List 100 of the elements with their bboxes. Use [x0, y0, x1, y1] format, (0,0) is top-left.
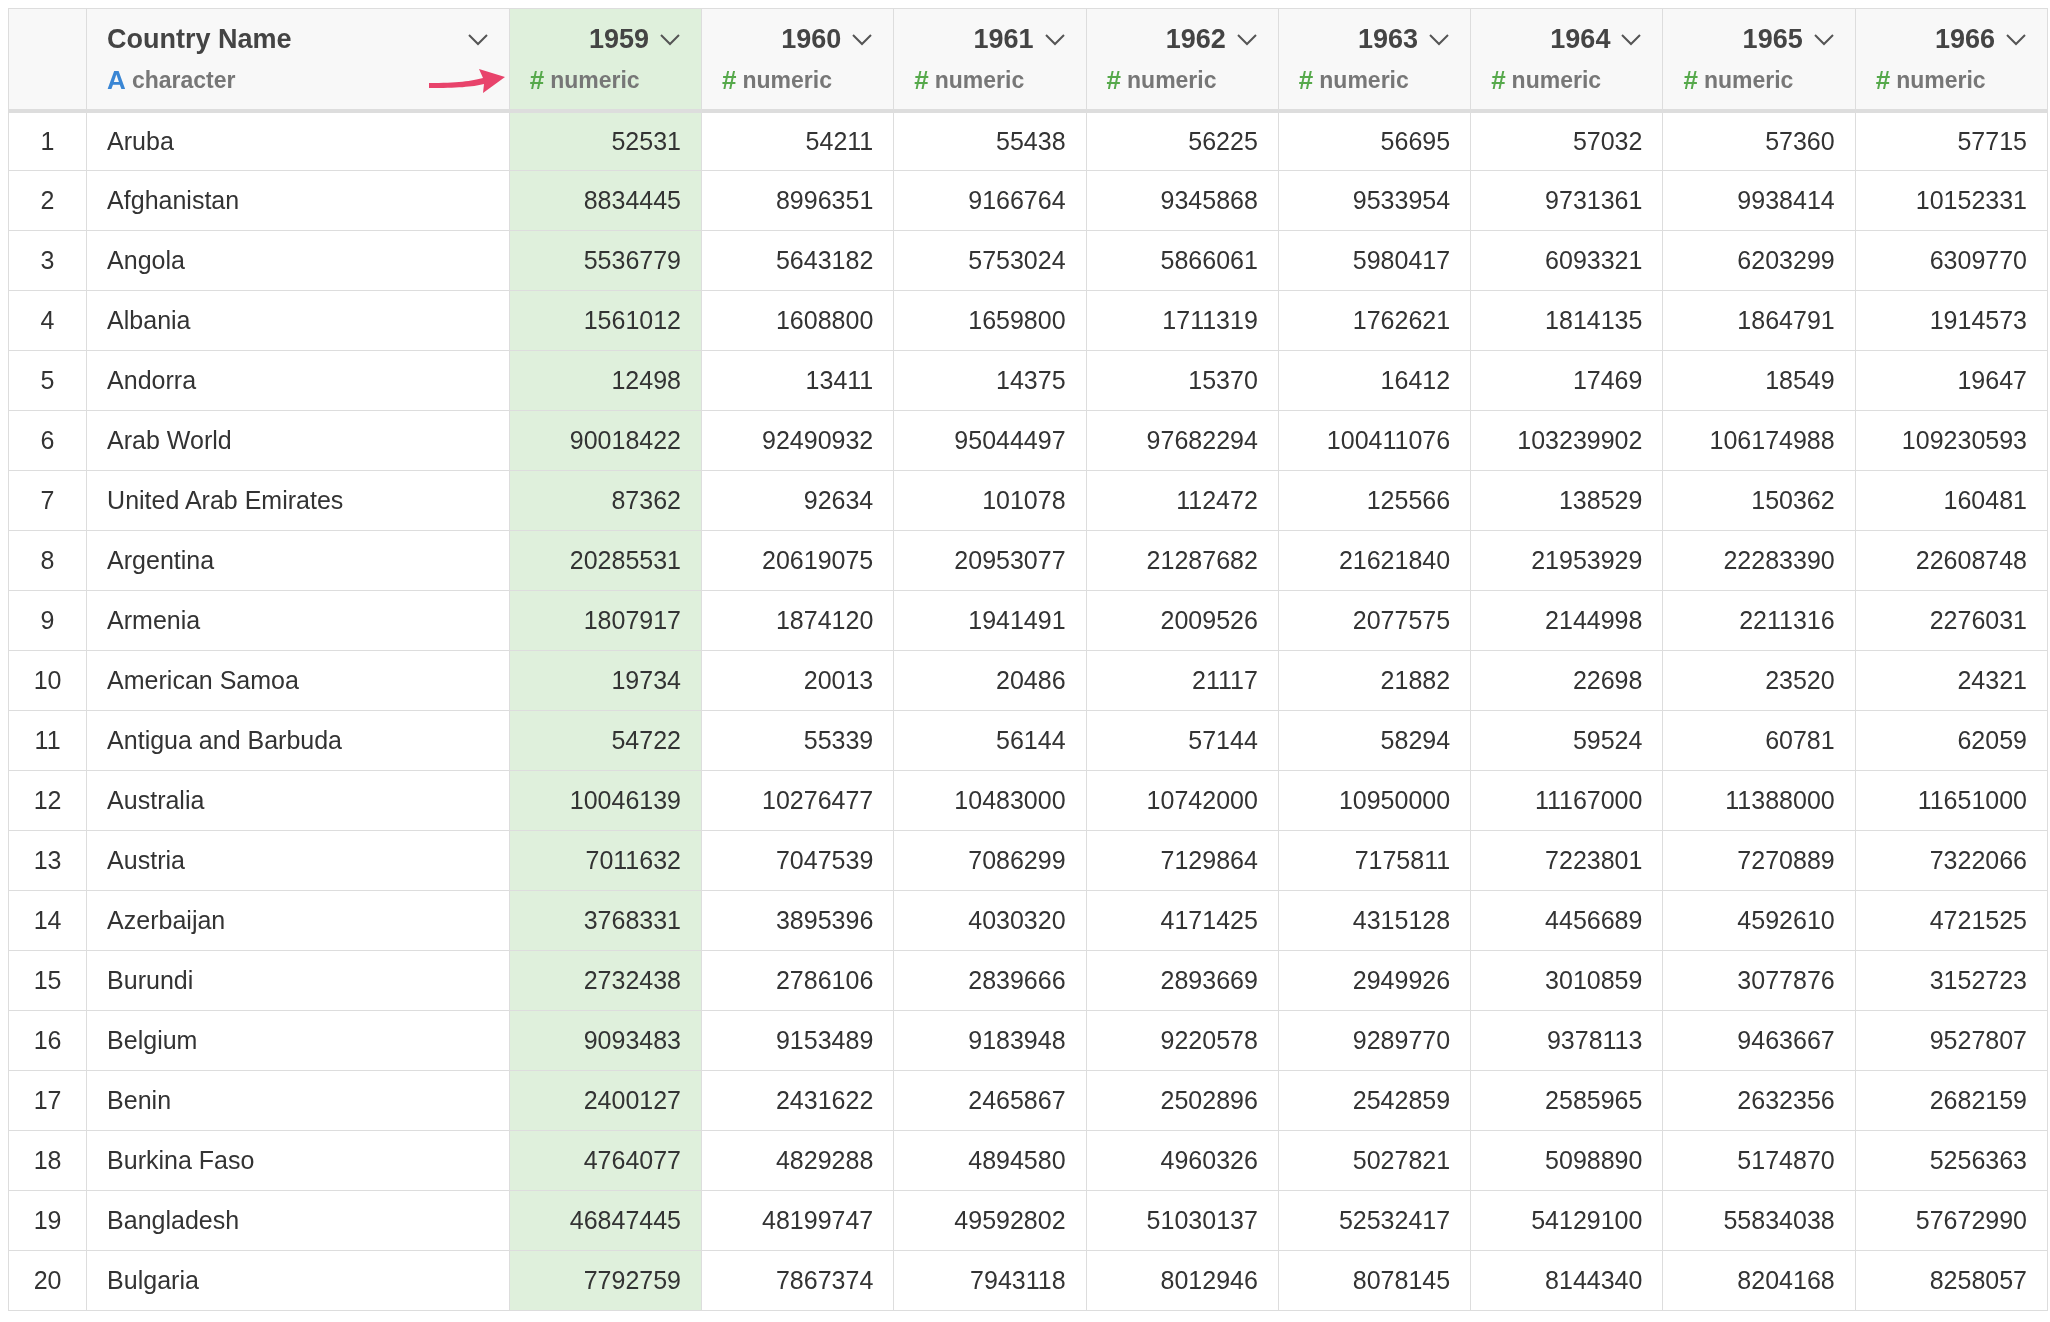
column-header[interactable]: 1963 # numeric [1278, 8, 1471, 111]
table-cell: 9153489 [701, 1010, 894, 1071]
table-cell: Bulgaria [86, 1250, 510, 1311]
row-number: 4 [8, 290, 87, 351]
column-name: 1966 [1934, 25, 1995, 55]
table-cell: 9093483 [509, 1010, 702, 1071]
table-cell: 9938414 [1662, 170, 1856, 231]
table-cell: 60781 [1662, 710, 1856, 771]
table-cell: 4721525 [1855, 890, 2048, 951]
table-cell: 4894580 [893, 1130, 1087, 1191]
table-cell: Afghanistan [86, 170, 510, 231]
table-cell: 87362 [509, 470, 702, 531]
table-cell: 55834038 [1662, 1190, 1856, 1251]
table-cell: 23520 [1662, 650, 1856, 711]
table-cell: 2542859 [1278, 1070, 1471, 1131]
table-cell: 57360 [1662, 110, 1856, 171]
row-number: 13 [8, 830, 87, 891]
table-cell: 10483000 [893, 770, 1087, 831]
table-cell: 2276031 [1855, 590, 2048, 651]
table-cell: 7086299 [893, 830, 1087, 891]
table-cell: 1864791 [1662, 290, 1856, 351]
column-header[interactable]: 1962 # numeric [1086, 8, 1279, 111]
table-cell: 20013 [701, 650, 894, 711]
column-header[interactable]: 1960 # numeric [701, 8, 894, 111]
table-cell: 7047539 [701, 830, 894, 891]
table-cell: 2431622 [701, 1070, 894, 1131]
table-cell: 4315128 [1278, 890, 1471, 951]
table-cell: 20619075 [701, 530, 894, 591]
table-cell: 2682159 [1855, 1070, 2048, 1131]
table-cell: 57144 [1086, 710, 1279, 771]
table-cell: 8144340 [1470, 1250, 1663, 1311]
column-header[interactable]: 1961 # numeric [893, 8, 1087, 111]
table-cell: 5256363 [1855, 1130, 2048, 1191]
row-number: 3 [8, 230, 87, 291]
column-header[interactable]: 1966 # numeric [1855, 8, 2048, 111]
row-number: 12 [8, 770, 87, 831]
table-cell: 11388000 [1662, 770, 1856, 831]
table-cell: Austria [86, 830, 510, 891]
table-cell: 9527807 [1855, 1010, 2048, 1071]
table-cell: 1659800 [893, 290, 1087, 351]
table-cell: 9220578 [1086, 1010, 1279, 1071]
table-cell: 2465867 [893, 1070, 1087, 1131]
table-cell: Andorra [86, 350, 510, 411]
table-cell: 8834445 [509, 170, 702, 231]
type-symbol: # [722, 63, 737, 97]
type-symbol: # [1875, 63, 1891, 97]
table-cell: 2009526 [1086, 590, 1279, 651]
table-cell: 19647 [1855, 350, 2048, 411]
table-cell: 11167000 [1470, 770, 1663, 831]
table-cell: 2211316 [1662, 590, 1856, 651]
column-header[interactable]: 1965 # numeric [1662, 8, 1856, 111]
table-cell: Angola [86, 230, 510, 291]
table-cell: 14375 [893, 350, 1087, 411]
table-cell: 106174988 [1662, 410, 1856, 471]
column-name: 1961 [973, 25, 1034, 55]
row-number: 15 [8, 950, 87, 1011]
table-cell: 13411 [701, 350, 894, 411]
table-cell: 10950000 [1278, 770, 1471, 831]
table-cell: 8996351 [701, 170, 894, 231]
table-cell: 7223801 [1470, 830, 1663, 891]
column-header[interactable]: 1964 # numeric [1470, 8, 1663, 111]
table-cell: 9289770 [1278, 1010, 1471, 1071]
table-cell: 18549 [1662, 350, 1856, 411]
type-label: character [131, 65, 236, 95]
table-cell: 5980417 [1278, 230, 1471, 291]
table-cell: 6309770 [1855, 230, 2048, 291]
table-cell: 1561012 [509, 290, 702, 351]
table-cell: 54722 [509, 710, 702, 771]
column-header[interactable]: Country Name A character [86, 8, 510, 111]
table-cell: 1608800 [701, 290, 894, 351]
table-cell: 6093321 [1470, 230, 1663, 291]
table-cell: 103239902 [1470, 410, 1663, 471]
table-cell: 2400127 [509, 1070, 702, 1131]
row-number: 17 [8, 1070, 87, 1131]
table-cell: 2585965 [1470, 1070, 1663, 1131]
table-cell: Albania [86, 290, 510, 351]
column-name: 1959 [588, 25, 649, 55]
table-cell: Bangladesh [86, 1190, 510, 1251]
table-cell: 97682294 [1086, 410, 1279, 471]
table-cell: Armenia [86, 590, 510, 651]
table-cell: 10152331 [1855, 170, 2048, 231]
table-cell: 9345868 [1086, 170, 1279, 231]
table-cell: 5753024 [893, 230, 1087, 291]
table-cell: Benin [86, 1070, 510, 1131]
table-cell: 4960326 [1086, 1130, 1279, 1191]
table-cell: 160481 [1855, 470, 2048, 531]
table-cell: 46847445 [509, 1190, 702, 1251]
table-cell: 20285531 [509, 530, 702, 591]
table-cell: 59524 [1470, 710, 1663, 771]
row-number: 8 [8, 530, 87, 591]
table-cell: 1814135 [1470, 290, 1663, 351]
type-symbol: # [914, 63, 929, 97]
table-cell: 7867374 [701, 1250, 894, 1311]
table-cell: 109230593 [1855, 410, 2048, 471]
table-cell: 12498 [509, 350, 702, 411]
table-cell: 112472 [1086, 470, 1279, 531]
column-header[interactable]: 1959 # numeric [509, 8, 702, 111]
table-cell: 3768331 [509, 890, 702, 951]
table-cell: 7943118 [893, 1250, 1087, 1311]
table-cell: 1807917 [509, 590, 702, 651]
